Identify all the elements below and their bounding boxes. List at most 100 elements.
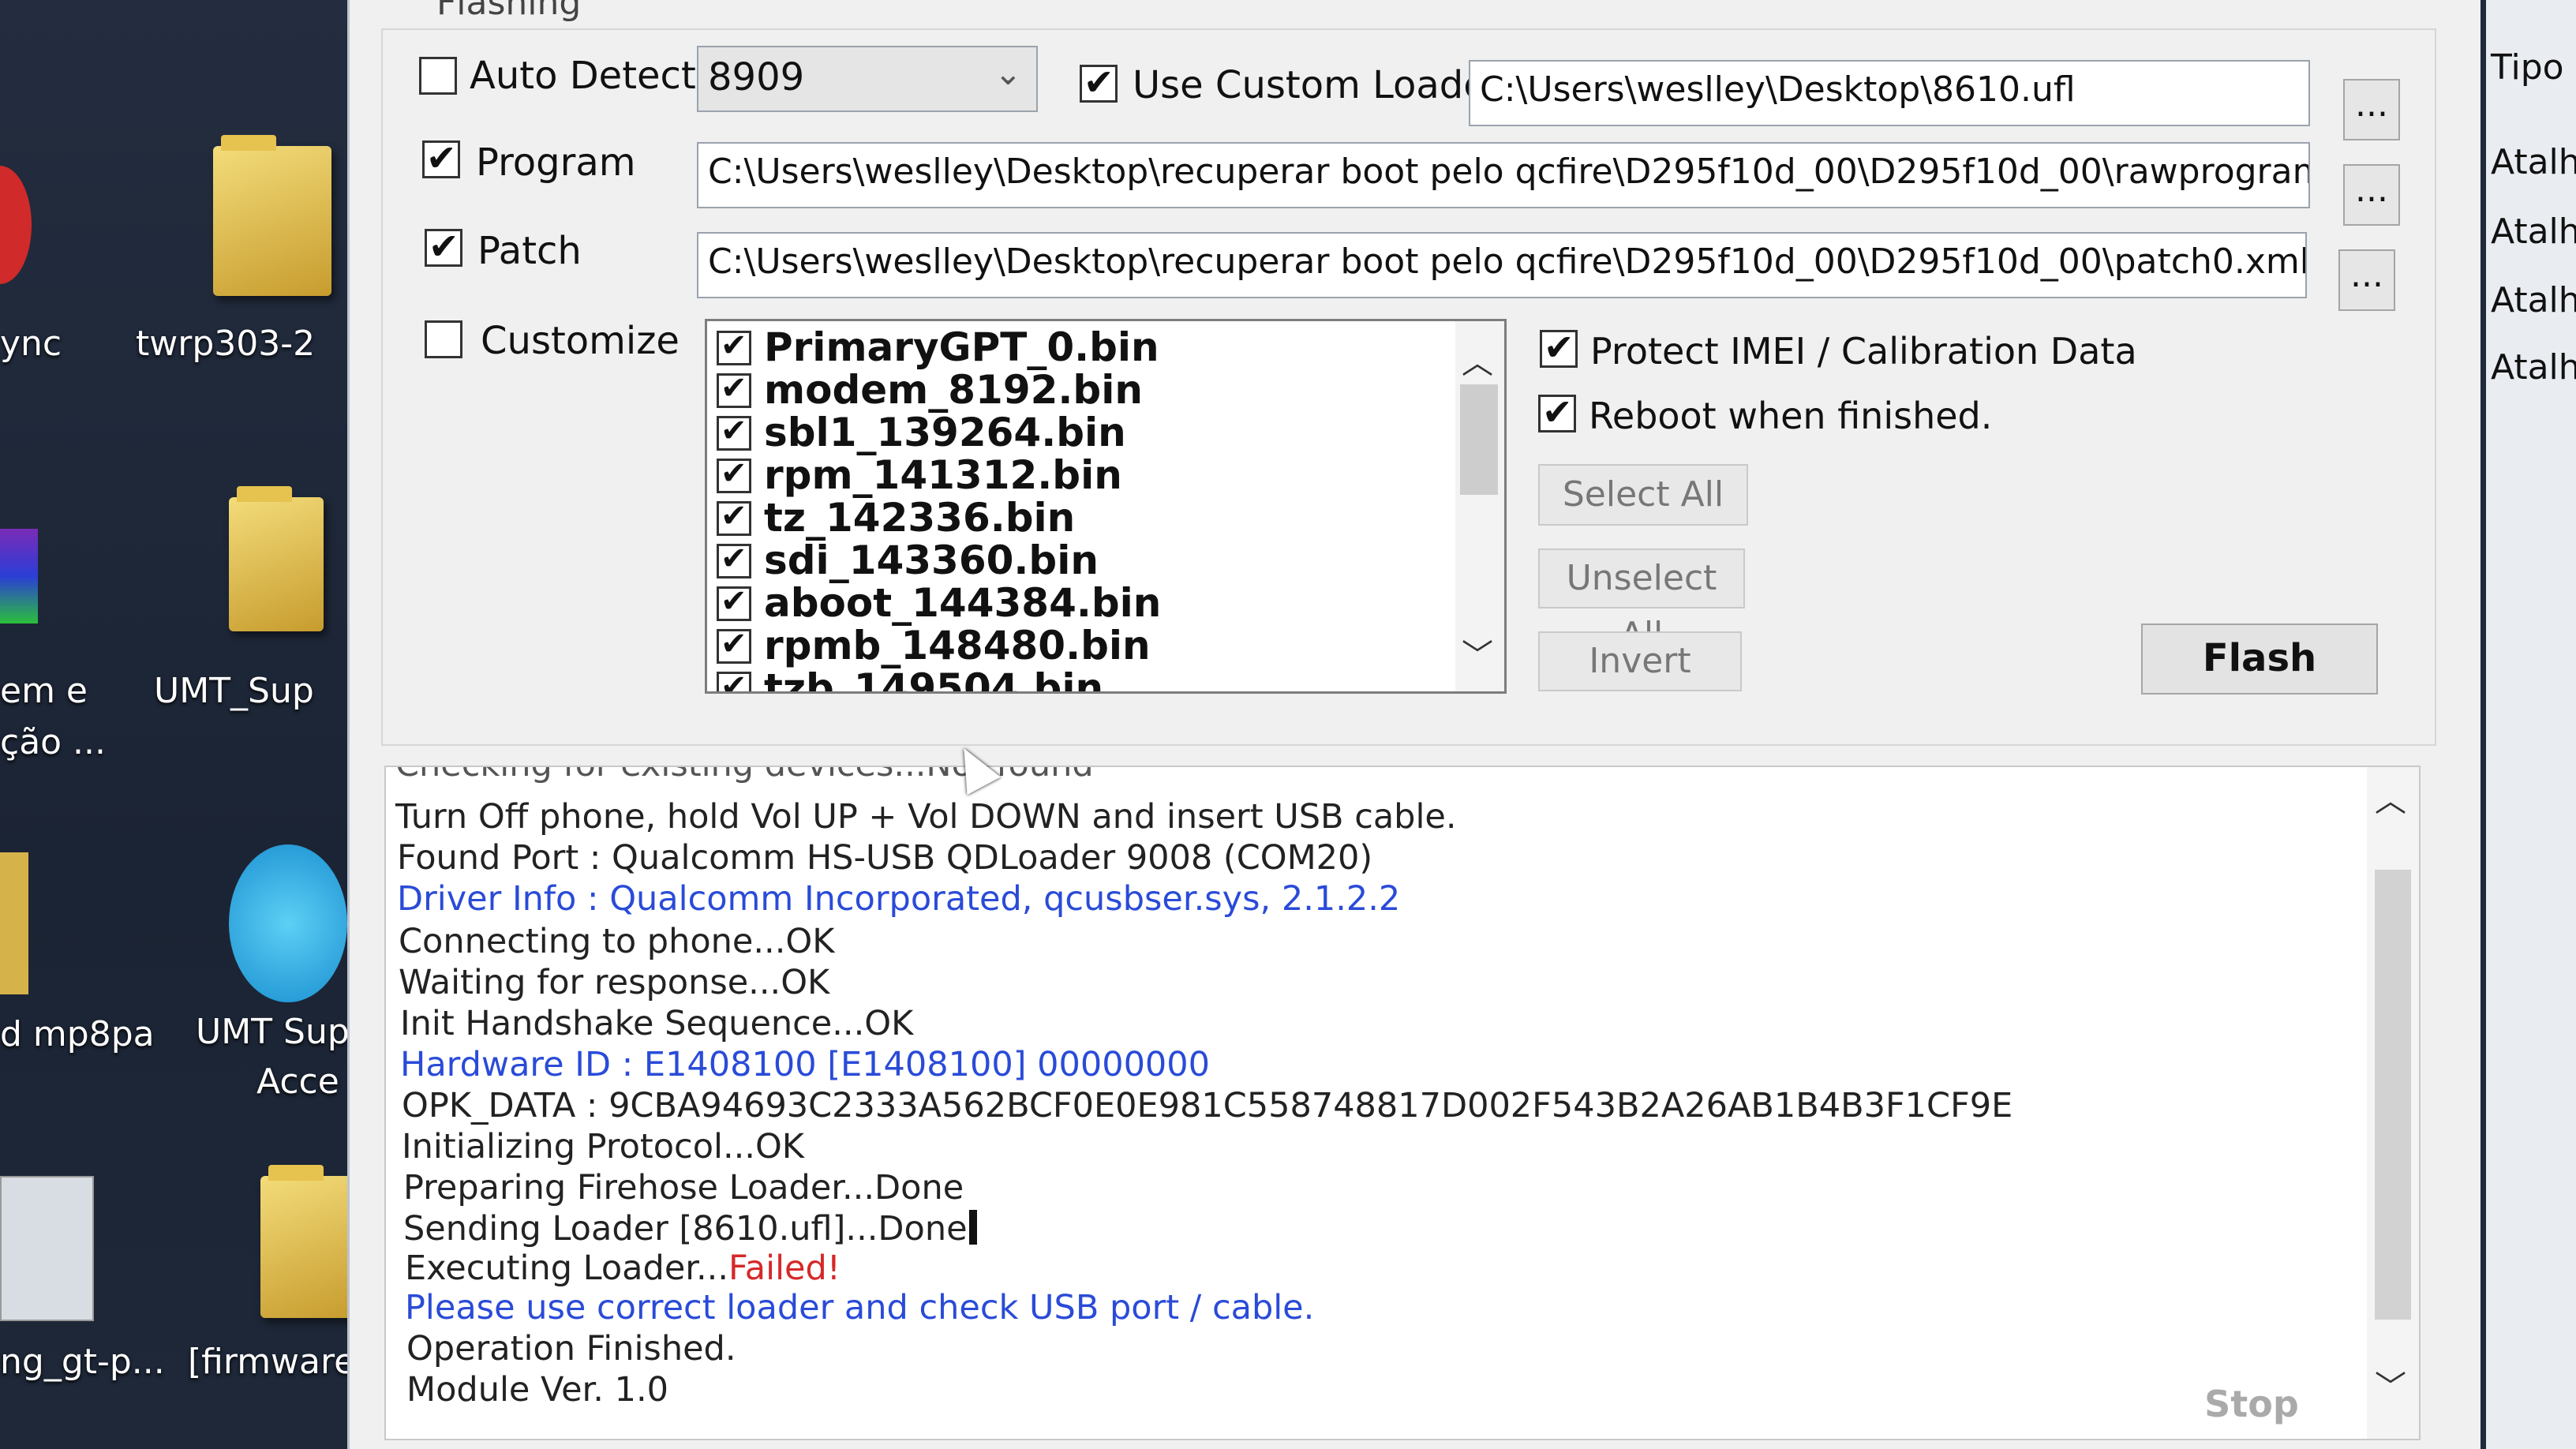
- desktop-icon-label[interactable]: twrp303-2: [136, 324, 315, 364]
- program-path-field[interactable]: C:\Users\weslley\Desktop\recuperar boot …: [697, 142, 2310, 208]
- chevron-down-icon: ⌄: [994, 54, 1022, 92]
- log-line: Init Handshake Sequence...OK: [400, 1004, 914, 1043]
- protect-imei-checkbox[interactable]: [1540, 326, 1578, 369]
- file-name: rpmb_148480.bin: [764, 623, 1151, 668]
- file-checkbox[interactable]: [717, 583, 751, 621]
- patch-checkbox[interactable]: [425, 225, 462, 268]
- unselect-all-button[interactable]: Unselect All: [1538, 549, 1745, 655]
- reboot-label: Reboot when finished.: [1589, 395, 1993, 437]
- desktop-icon-label[interactable]: em e: [0, 671, 88, 711]
- file-name: rpm_141312.bin: [764, 452, 1122, 498]
- desktop-icon-label[interactable]: ção ...: [0, 722, 106, 762]
- file-name: modem_8192.bin: [764, 367, 1143, 413]
- file-checkbox[interactable]: [717, 413, 751, 451]
- file-name: sdi_143360.bin: [764, 537, 1099, 583]
- custom-loader-path-field[interactable]: C:\Users\weslley\Desktop\8610.ufl: [1469, 60, 2310, 126]
- protect-imei-label: Protect IMEI / Calibration Data: [1590, 330, 2137, 373]
- file-checkbox[interactable]: [717, 626, 751, 664]
- desktop-icon-label[interactable]: Acce: [256, 1061, 339, 1102]
- partition-file-list[interactable]: PrimaryGPT_0.bin modem_8192.bin sbl1_139…: [705, 319, 1507, 694]
- flash-tool-window: Flashing Auto Detect 8909 ⌄ Use Custom L…: [347, 0, 2481, 1449]
- wrench-icon[interactable]: [229, 844, 347, 1002]
- file-name: tz_142336.bin: [764, 495, 1076, 541]
- auto-detect-value: 8909: [708, 55, 805, 99]
- file-name: PrimaryGPT_0.bin: [764, 324, 1159, 370]
- explorer-type-column: Tipo Atalh Atalho Atalho Atalho: [2486, 0, 2576, 1449]
- stop-button[interactable]: Stop: [2165, 1383, 2338, 1438]
- log-line: Connecting to phone...OK: [399, 922, 835, 961]
- folder-icon[interactable]: [229, 486, 324, 631]
- log-line: Operation Finished.: [406, 1329, 736, 1368]
- browse-program-button[interactable]: ...: [2343, 164, 2400, 226]
- file-checkbox[interactable]: [717, 668, 751, 691]
- groupbox-title: Flashing: [436, 0, 582, 23]
- file-name: sbl1_139264.bin: [764, 410, 1126, 455]
- text-caret: [968, 1210, 977, 1245]
- type-cell: Atalho: [2491, 212, 2576, 252]
- patch-label: Patch: [477, 229, 582, 273]
- log-line: Waiting for response...OK: [399, 963, 830, 1002]
- log-scrollbar[interactable]: ︿ ﹀: [2367, 767, 2419, 1439]
- log-line: Module Ver. 1.0: [406, 1370, 669, 1410]
- desktop-icon-label[interactable]: UMT Sup: [196, 1012, 350, 1052]
- log-line: Driver Info : Qualcomm Incorporated, qcu…: [397, 879, 1401, 919]
- folder-icon[interactable]: [0, 852, 28, 994]
- type-cell: Atalho: [2491, 347, 2576, 388]
- log-line: Initializing Protocol...OK: [402, 1127, 804, 1166]
- program-label: Program: [476, 140, 636, 185]
- file-checkbox[interactable]: [717, 370, 751, 408]
- desktop-icon-label[interactable]: ync: [0, 324, 62, 364]
- log-line: Please use correct loader and check USB …: [405, 1288, 1315, 1327]
- flash-button[interactable]: Flash: [2141, 623, 2378, 695]
- log-line: Hardware ID : E1408100 [E1408100] 000000…: [400, 1045, 1210, 1084]
- app-icon-red[interactable]: [0, 166, 32, 284]
- desktop-icon-label[interactable]: d mp8pa: [0, 1014, 155, 1054]
- auto-detect-checkbox[interactable]: [419, 57, 457, 95]
- customize-label: Customize: [481, 319, 680, 363]
- program-checkbox[interactable]: [422, 137, 460, 179]
- desktop-area: ync twrp303-2 em e ção ... UMT_Sup d mp8…: [0, 0, 377, 1449]
- log-line: Sending Loader [8610.ufl]...Done: [403, 1209, 977, 1249]
- log-line: Preparing Firehose Loader...Done: [403, 1168, 964, 1208]
- file-checkbox[interactable]: [717, 328, 751, 365]
- folder-icon[interactable]: [260, 1165, 355, 1318]
- chevron-down-icon[interactable]: ﹀: [1462, 630, 1493, 676]
- select-all-button[interactable]: Select All: [1538, 464, 1748, 526]
- use-custom-loader-label: Use Custom Loader: [1133, 63, 1503, 107]
- browse-loader-button[interactable]: ...: [2343, 79, 2400, 140]
- browse-patch-button[interactable]: ...: [2338, 249, 2395, 311]
- log-line: OPK_DATA : 9CBA94693C2333A562BCF0E0E981C…: [402, 1086, 2013, 1125]
- log-line: Turn Off phone, hold Vol UP + Vol DOWN a…: [395, 797, 1457, 837]
- file-checkbox[interactable]: [717, 498, 751, 536]
- chevron-up-icon[interactable]: ︿: [1462, 337, 1493, 383]
- folder-icon[interactable]: [213, 135, 331, 296]
- invert-button[interactable]: Invert: [1538, 631, 1742, 691]
- scrollbar-thumb[interactable]: [1460, 384, 1498, 495]
- scrollbar-thumb[interactable]: [2375, 870, 2411, 1320]
- chevron-up-icon[interactable]: ︿: [2375, 775, 2406, 821]
- document-icon[interactable]: [0, 1176, 94, 1321]
- log-line-text: Sending Loader [8610.ufl]...Done: [403, 1209, 968, 1249]
- log-line: Executing Loader...Failed!: [405, 1249, 841, 1288]
- file-checkbox[interactable]: [717, 541, 751, 578]
- log-line-text: Executing Loader...: [405, 1249, 729, 1288]
- list-scrollbar[interactable]: ︿ ﹀: [1455, 321, 1504, 691]
- auto-detect-label: Auto Detect: [470, 54, 696, 98]
- chevron-down-icon[interactable]: ﹀: [2375, 1361, 2406, 1407]
- column-header[interactable]: Tipo: [2491, 47, 2564, 88]
- desktop-icon-label[interactable]: UMT_Sup: [154, 671, 314, 711]
- customize-checkbox[interactable]: [425, 320, 462, 358]
- desktop-icon-label[interactable]: ng_gt-p...: [0, 1342, 165, 1382]
- reboot-checkbox[interactable]: [1538, 391, 1576, 433]
- file-name: tzb_149504.bin: [764, 665, 1104, 694]
- patch-path-field[interactable]: C:\Users\weslley\Desktop\recuperar boot …: [697, 232, 2307, 298]
- use-custom-loader-checkbox[interactable]: [1080, 61, 1118, 103]
- log-output[interactable]: Checking for existing devices...Not foun…: [384, 766, 2421, 1440]
- auto-detect-select[interactable]: 8909 ⌄: [697, 46, 1038, 112]
- file-name: aboot_144384.bin: [764, 580, 1162, 626]
- type-cell: Atalho: [2491, 280, 2576, 320]
- log-line: Found Port : Qualcomm HS-USB QDLoader 90…: [397, 838, 1373, 878]
- type-cell: Atalh: [2491, 142, 2576, 182]
- archive-icon[interactable]: [0, 529, 38, 623]
- file-checkbox[interactable]: [717, 455, 751, 493]
